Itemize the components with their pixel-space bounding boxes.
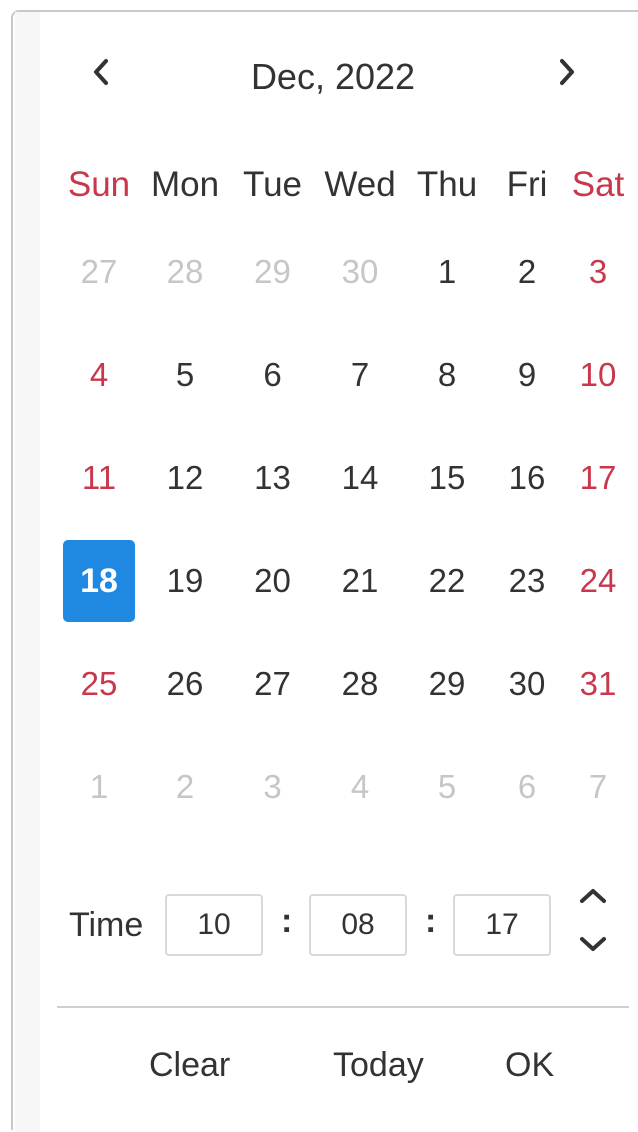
day-cell[interactable]: 3 [564, 252, 632, 292]
day-cell[interactable]: 6 [490, 767, 564, 807]
week-row: 25 26 27 28 29 30 31 [57, 632, 632, 735]
prev-month-button[interactable] [71, 42, 131, 102]
day-cell[interactable]: 30 [490, 664, 564, 704]
picker-footer: Clear Today OK [57, 1012, 629, 1129]
calendar-grid: Sun Mon Tue Wed Thu Fri Sat 27 28 29 30 … [57, 150, 632, 838]
next-month-button[interactable] [537, 42, 597, 102]
weekday-thu: Thu [416, 165, 478, 204]
time-label: Time [69, 906, 144, 944]
date-picker: Dec, 2022 Sun Mon Tue Wed Thu Fri Sat 27… [11, 10, 638, 1132]
day-cell[interactable]: 17 [564, 458, 632, 498]
week-row: 18 19 20 21 22 23 24 [57, 529, 632, 632]
month-title[interactable]: Dec, 2022 [233, 56, 433, 116]
day-cell[interactable]: 27 [57, 252, 141, 292]
day-cell[interactable]: 29 [229, 252, 316, 292]
day-cell[interactable]: 10 [564, 355, 632, 395]
time-increment-button[interactable] [573, 878, 613, 918]
day-cell[interactable]: 1 [404, 252, 490, 292]
weekday-tue: Tue [242, 165, 302, 204]
week-row: 27 28 29 30 1 2 3 [57, 220, 632, 323]
day-cell[interactable]: 15 [404, 458, 490, 498]
day-cell[interactable]: 8 [404, 355, 490, 395]
weekday-sat: Sat [571, 165, 625, 204]
day-cell[interactable]: 31 [564, 664, 632, 704]
day-cell[interactable]: 25 [57, 664, 141, 704]
day-cell[interactable]: 13 [229, 458, 316, 498]
day-cell[interactable]: 14 [316, 458, 404, 498]
clear-button[interactable]: Clear [149, 1046, 230, 1085]
chevron-down-icon [578, 935, 608, 958]
time-separator: : [425, 902, 437, 940]
picker-header: Dec, 2022 [53, 42, 615, 132]
picker-left-strip [15, 12, 40, 1132]
day-cell[interactable]: 24 [564, 561, 632, 601]
week-row: 4 5 6 7 8 9 10 [57, 323, 632, 426]
weekday-fri: Fri [506, 165, 548, 204]
hour-input[interactable]: 10 [165, 894, 263, 956]
day-cell[interactable]: 4 [316, 767, 404, 807]
day-cell[interactable]: 16 [490, 458, 564, 498]
day-cell[interactable]: 5 [404, 767, 490, 807]
day-cell[interactable]: 27 [229, 664, 316, 704]
day-cell[interactable]: 7 [564, 767, 632, 807]
second-input[interactable]: 17 [453, 894, 551, 956]
selected-day[interactable]: 18 [63, 539, 135, 622]
day-cell[interactable]: 5 [141, 355, 229, 395]
day-cell[interactable]: 22 [404, 561, 490, 601]
time-panel: Time 10 : 08 : 17 [45, 860, 638, 1004]
day-cell[interactable]: 3 [229, 767, 316, 807]
day-cell[interactable]: 21 [316, 561, 404, 601]
day-cell[interactable]: 1 [57, 767, 141, 807]
day-cell[interactable]: 26 [141, 664, 229, 704]
week-row: 1 2 3 4 5 6 7 [57, 735, 632, 838]
day-cell[interactable]: 12 [141, 458, 229, 498]
day-cell[interactable]: 28 [141, 252, 229, 292]
week-row: 11 12 13 14 15 16 17 [57, 426, 632, 529]
day-cell[interactable]: 9 [490, 355, 564, 395]
weekday-wed: Wed [324, 165, 396, 204]
day-cell-selected[interactable]: 18 [57, 539, 141, 622]
day-cell[interactable]: 23 [490, 561, 564, 601]
chevron-right-icon [558, 58, 576, 86]
ok-button[interactable]: OK [505, 1046, 554, 1085]
day-cell[interactable]: 20 [229, 561, 316, 601]
minute-input[interactable]: 08 [309, 894, 407, 956]
day-cell[interactable]: 19 [141, 561, 229, 601]
day-cell[interactable]: 6 [229, 355, 316, 395]
today-button[interactable]: Today [333, 1046, 424, 1085]
day-cell[interactable]: 4 [57, 355, 141, 395]
day-cell[interactable]: 28 [316, 664, 404, 704]
day-cell[interactable]: 2 [490, 252, 564, 292]
day-cell[interactable]: 7 [316, 355, 404, 395]
weekday-mon: Mon [150, 165, 220, 204]
day-cell[interactable]: 11 [57, 458, 141, 498]
time-decrement-button[interactable] [573, 926, 613, 966]
day-cell[interactable]: 30 [316, 252, 404, 292]
footer-divider [57, 1006, 629, 1008]
day-cell[interactable]: 2 [141, 767, 229, 807]
time-separator: : [281, 902, 293, 940]
chevron-up-icon [578, 887, 608, 910]
day-cell[interactable]: 29 [404, 664, 490, 704]
weekday-sun: Sun [67, 165, 131, 204]
chevron-left-icon [92, 58, 110, 86]
weekday-header-row: Sun Mon Tue Wed Thu Fri Sat [57, 150, 632, 220]
